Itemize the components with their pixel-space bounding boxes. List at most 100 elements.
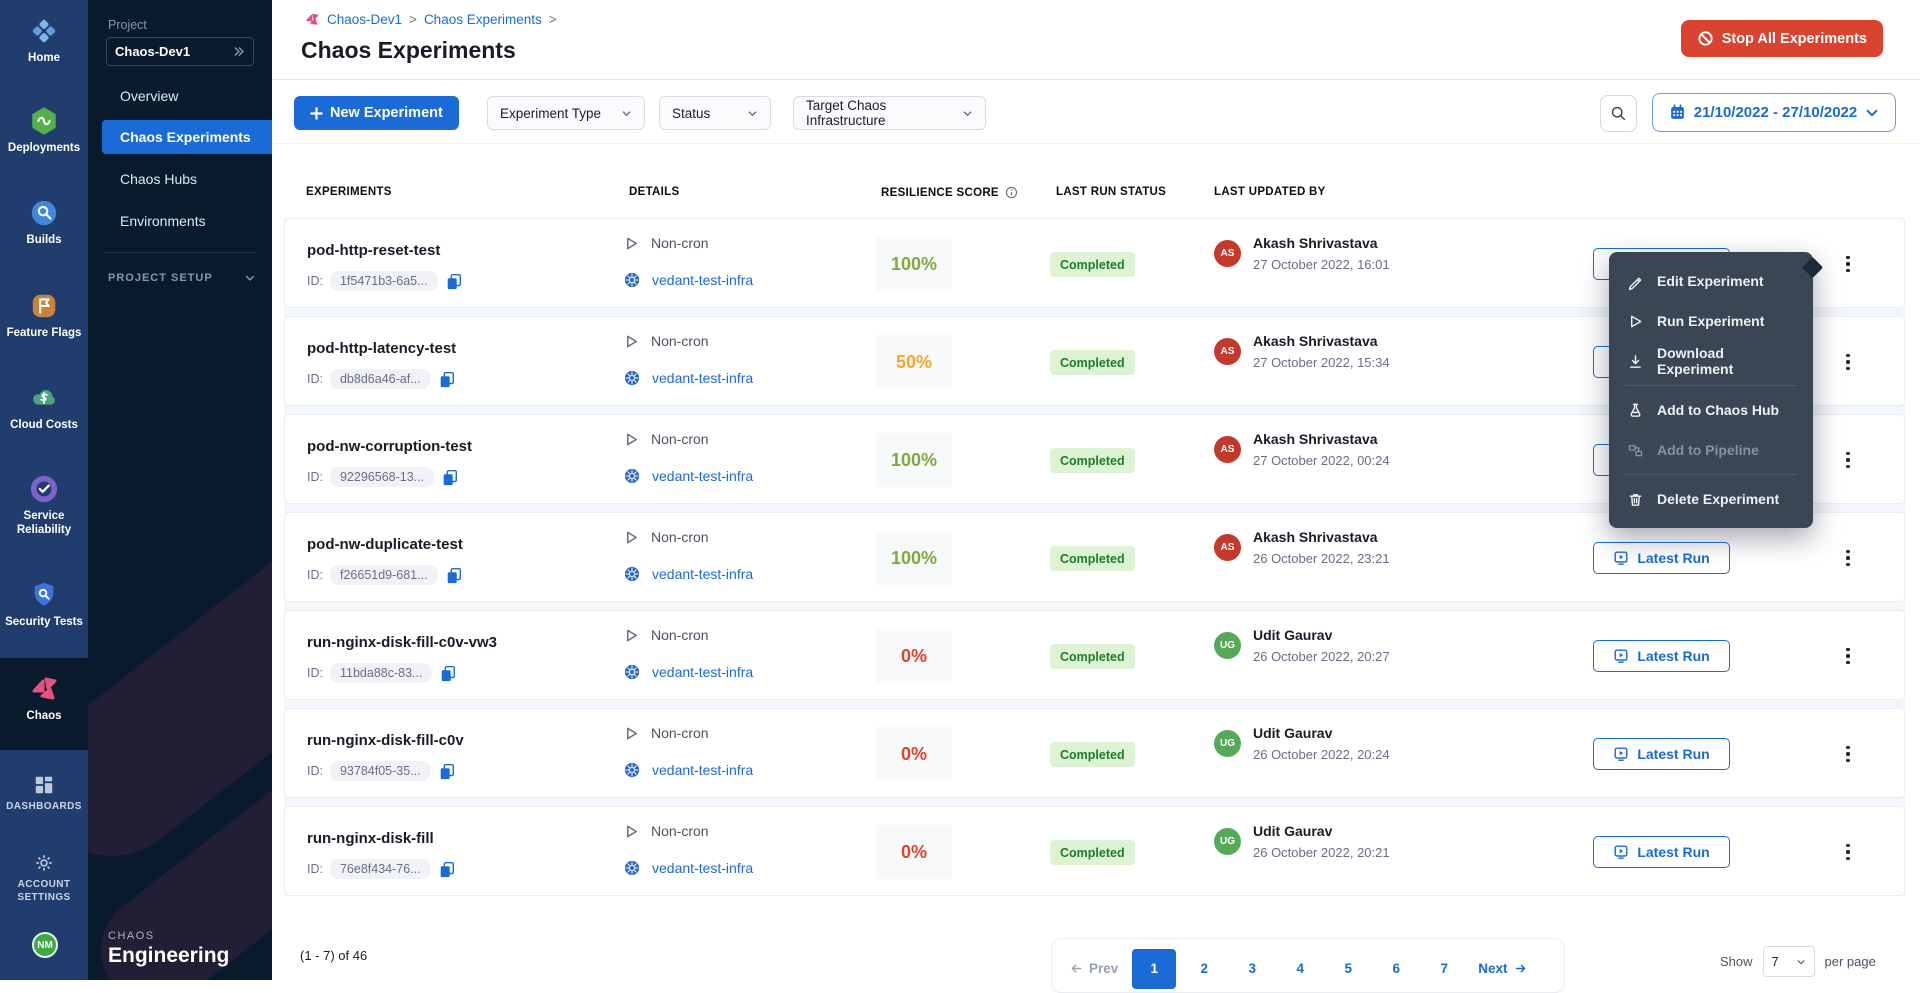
info-icon[interactable]: [1005, 186, 1018, 199]
sidebar-item-overview[interactable]: Overview: [88, 79, 272, 113]
search-button[interactable]: [1600, 95, 1637, 132]
sidebar-item-chaos-experiments[interactable]: Chaos Experiments: [102, 120, 272, 154]
infrastructure-link[interactable]: vedant-test-infra: [652, 468, 753, 484]
nav-security-tests[interactable]: Security Tests: [0, 580, 88, 629]
stop-all-experiments-button[interactable]: Stop All Experiments: [1681, 20, 1883, 57]
latest-run-button[interactable]: Latest Run: [1593, 836, 1730, 868]
kebab-menu-icon[interactable]: [1837, 543, 1859, 573]
plus-icon: [310, 107, 323, 120]
nav-builds-label: Builds: [26, 233, 61, 247]
copy-icon[interactable]: [438, 860, 456, 878]
prev-page-button[interactable]: Prev: [1070, 961, 1118, 976]
infrastructure-link[interactable]: vedant-test-infra: [652, 762, 753, 778]
target-infrastructure-dropdown[interactable]: Target Chaos Infrastructure: [793, 96, 986, 130]
sidebar-item-chaos-experiments-label: Chaos Experiments: [120, 129, 251, 145]
experiment-name[interactable]: run-nginx-disk-fill-c0v-vw3: [307, 634, 497, 651]
menu-item-delete-experiment[interactable]: Delete Experiment: [1609, 479, 1813, 519]
sidebar-item-chaos-hubs[interactable]: Chaos Hubs: [88, 162, 272, 196]
menu-item-run-experiment[interactable]: Run Experiment: [1609, 301, 1813, 341]
kebab-menu-icon[interactable]: [1837, 249, 1859, 279]
date-range-label: 21/10/2022 - 27/10/2022: [1694, 104, 1857, 121]
latest-run-label: Latest Run: [1637, 550, 1709, 566]
page-button-4[interactable]: 4: [1280, 949, 1320, 989]
next-label: Next: [1478, 961, 1507, 976]
infrastructure-link[interactable]: vedant-test-infra: [652, 664, 753, 680]
next-page-button[interactable]: Next: [1478, 961, 1526, 976]
kubernetes-icon: [624, 664, 640, 680]
status-dropdown[interactable]: Status: [659, 96, 771, 130]
copy-icon[interactable]: [438, 762, 456, 780]
project-selector[interactable]: Chaos-Dev1: [106, 37, 254, 66]
infrastructure-link[interactable]: vedant-test-infra: [652, 566, 753, 582]
gear-icon: [33, 852, 55, 874]
sidebar-item-environments[interactable]: Environments: [88, 204, 272, 238]
kubernetes-icon: [624, 566, 640, 582]
breadcrumb-page[interactable]: Chaos Experiments: [424, 12, 542, 27]
copy-icon[interactable]: [439, 664, 457, 682]
nav-chaos[interactable]: Chaos: [0, 672, 88, 723]
menu-item-download-experiment[interactable]: Download Experiment: [1609, 341, 1813, 381]
nav-account-settings[interactable]: ACCOUNT SETTINGS: [0, 852, 88, 904]
sidebar-item-overview-label: Overview: [120, 88, 178, 104]
latest-run-button[interactable]: Latest Run: [1593, 640, 1730, 672]
kubernetes-icon: [624, 272, 640, 288]
copy-icon[interactable]: [441, 468, 459, 486]
page-button-2[interactable]: 2: [1184, 949, 1224, 989]
experiment-name[interactable]: run-nginx-disk-fill: [307, 830, 434, 847]
infrastructure-link[interactable]: vedant-test-infra: [652, 272, 753, 288]
page-button-3[interactable]: 3: [1232, 949, 1272, 989]
nav-dashboards[interactable]: DASHBOARDS: [0, 774, 88, 814]
nav-builds[interactable]: Builds: [0, 198, 88, 247]
play-icon: [624, 236, 639, 251]
new-experiment-button[interactable]: New Experiment: [294, 96, 459, 130]
nav-home[interactable]: Home: [0, 16, 88, 65]
infrastructure-link[interactable]: vedant-test-infra: [652, 370, 753, 386]
arrow-right-icon: [1514, 962, 1527, 975]
copy-icon[interactable]: [438, 370, 456, 388]
copy-icon[interactable]: [445, 272, 463, 290]
kebab-menu-icon[interactable]: [1837, 641, 1859, 671]
nav-feature-flags[interactable]: Feature Flags: [0, 291, 88, 340]
menu-item-edit-experiment[interactable]: Edit Experiment: [1609, 261, 1813, 301]
kebab-menu-icon[interactable]: [1837, 347, 1859, 377]
page-button-5[interactable]: 5: [1328, 949, 1368, 989]
kubernetes-icon: [624, 468, 640, 484]
kebab-menu-icon[interactable]: [1837, 739, 1859, 769]
experiment-name[interactable]: pod-nw-corruption-test: [307, 438, 472, 455]
copy-icon[interactable]: [445, 566, 463, 584]
experiment-name[interactable]: pod-http-reset-test: [307, 242, 440, 259]
page-button-6[interactable]: 6: [1376, 949, 1416, 989]
nav-service-reliability[interactable]: Service Reliability: [0, 474, 88, 538]
menu-item-add-to-chaos-hub[interactable]: Add to Chaos Hub: [1609, 390, 1813, 430]
experiment-type-dropdown[interactable]: Experiment Type: [487, 96, 645, 130]
experiment-row: run-nginx-disk-fill ID:76e8f434-76... No…: [284, 806, 1905, 896]
avatar: UG: [1214, 730, 1241, 757]
project-setup-toggle[interactable]: PROJECT SETUP: [108, 272, 256, 284]
status-badge: Completed: [1050, 546, 1135, 571]
date-range-picker[interactable]: 21/10/2022 - 27/10/2022: [1652, 93, 1896, 132]
latest-run-button[interactable]: Latest Run: [1593, 738, 1730, 770]
schedule-type: Non-cron: [651, 431, 709, 447]
chevron-down-icon: [1865, 106, 1879, 120]
kebab-menu-icon[interactable]: [1837, 837, 1859, 867]
breadcrumb-project[interactable]: Chaos-Dev1: [327, 12, 402, 27]
experiment-name[interactable]: pod-nw-duplicate-test: [307, 536, 463, 553]
id-label: ID:: [307, 764, 323, 778]
chaos-breadcrumb-icon: [304, 11, 320, 27]
nav-cloud-costs[interactable]: Cloud Costs: [0, 383, 88, 432]
menu-item-delete-label: Delete Experiment: [1657, 491, 1779, 507]
kebab-menu-icon[interactable]: [1837, 445, 1859, 475]
page-button-1[interactable]: 1: [1132, 949, 1176, 989]
nav-home-label: Home: [28, 51, 60, 65]
per-page-select[interactable]: 7: [1763, 946, 1815, 977]
latest-run-button[interactable]: Latest Run: [1593, 542, 1730, 574]
nav-deployments[interactable]: Deployments: [0, 106, 88, 155]
experiment-id: 1f5471b3-6a5...: [330, 271, 438, 291]
page-button-7[interactable]: 7: [1424, 949, 1464, 989]
latest-run-label: Latest Run: [1637, 746, 1709, 762]
avatar: AS: [1214, 338, 1241, 365]
infrastructure-link[interactable]: vedant-test-infra: [652, 860, 753, 876]
experiment-name[interactable]: pod-http-latency-test: [307, 340, 456, 357]
user-avatar[interactable]: NM: [32, 932, 58, 958]
experiment-name[interactable]: run-nginx-disk-fill-c0v: [307, 732, 464, 749]
